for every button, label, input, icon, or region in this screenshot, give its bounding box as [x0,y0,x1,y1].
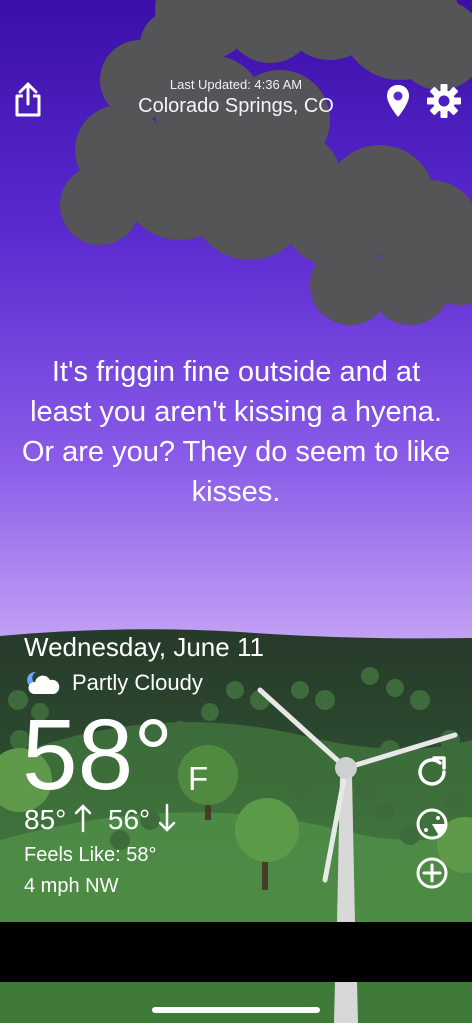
temperature-unit[interactable]: F [188,760,208,798]
temperature-number: 58 [22,699,134,811]
location-pin-icon[interactable] [386,84,410,118]
temperature-value: 58° [22,700,173,810]
gear-icon[interactable] [427,84,461,118]
feels-like: Feels Like: 58° [24,844,157,866]
radar-icon[interactable] [414,806,450,842]
high-low: 85° 56° [24,803,176,836]
refresh-icon[interactable] [414,754,450,790]
condition-label: Partly Cloudy [72,670,203,695]
degree-symbol: ° [133,699,174,811]
high-temp: 85° [24,804,67,835]
partly-cloudy-icon [27,671,60,694]
weather-message: It's friggin fine outside and at least y… [21,356,451,508]
forecast-date: Wednesday, June 11 [24,632,264,662]
bottom-band [0,922,472,982]
wind-info: 4 mph NW [24,875,119,897]
arrow-up-icon [74,804,92,833]
home-indicator[interactable] [152,1007,320,1013]
arrow-down-icon [158,803,176,832]
plus-circle-icon[interactable] [414,855,450,891]
low-temp: 56° [107,804,151,835]
